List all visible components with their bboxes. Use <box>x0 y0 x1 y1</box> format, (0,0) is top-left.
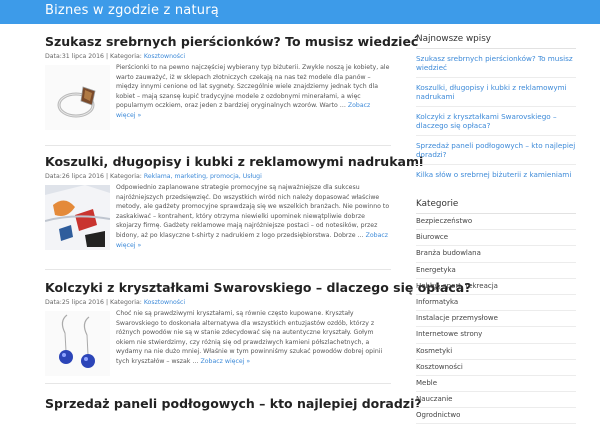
post-title-link[interactable]: Kolczyki z kryształkami Swarovskiego – d… <box>45 280 471 295</box>
category-label: Kategoria: <box>110 299 142 306</box>
post-meta: Data:31 lipca 2016 | Kategoria: Kosztown… <box>45 52 391 61</box>
category-link[interactable]: Internetowe strony <box>416 327 576 344</box>
meta-separator: | <box>105 173 109 180</box>
post-item: Sprzedaż paneli podłogowych – kto najlep… <box>45 396 422 411</box>
category-link[interactable]: Hobby, sport, rekreacja <box>416 279 576 295</box>
post-title-link[interactable]: Koszulki, długopisy i kubki z reklamowym… <box>45 154 423 169</box>
category-label: Kategoria: <box>110 53 142 60</box>
category-link[interactable]: Reklama, marketing, promocja, Usługi <box>144 173 262 180</box>
category-label: Kategoria: <box>110 173 142 180</box>
post-body: Pierścionki to na pewno najczęściej wybi… <box>45 63 391 130</box>
category-link[interactable]: Instalacje przemysłowe <box>416 311 576 328</box>
category-link[interactable]: Kosztowności <box>144 299 185 306</box>
post-thumbnail[interactable] <box>45 311 110 376</box>
post-list: Szukasz srebrnych pierścionków? To musis… <box>45 34 471 411</box>
widget-title: Najnowsze wpisy <box>416 34 491 44</box>
date-label: Data: <box>45 173 62 180</box>
category-link[interactable]: Kosmetyki <box>416 344 576 360</box>
post-body: Choć nie są prawdziwymi kryształami, są … <box>45 309 391 376</box>
category-link[interactable]: Nauczanie <box>416 392 576 409</box>
category-link[interactable]: Biurowce <box>416 230 576 247</box>
site-header: Biznes w zgodzie z naturą <box>0 0 600 24</box>
post-excerpt: Pierścionki to na pewno najczęściej wybi… <box>116 63 391 121</box>
post-date: 31 lipca 2016 <box>61 53 104 60</box>
recent-post-link[interactable]: Kolczyki z kryształkami Swarovskiego – d… <box>416 107 576 136</box>
recent-post-link[interactable]: Sprzedaż paneli podłogowych – kto najlep… <box>416 136 576 165</box>
post-thumbnail[interactable] <box>45 65 110 130</box>
sidebar: Najnowsze wpisy Szukasz srebrnych pierśc… <box>416 34 576 424</box>
date-label: Data: <box>45 299 62 306</box>
date-label: Data: <box>45 53 62 60</box>
recent-post-link[interactable]: Koszulki, długopisy i kubki z reklamowym… <box>416 78 576 107</box>
category-link[interactable]: Kosztowności <box>416 360 576 376</box>
recent-posts-widget: Najnowsze wpisy Szukasz srebrnych pierśc… <box>416 34 576 184</box>
post-excerpt: Choć nie są prawdziwymi kryształami, są … <box>116 309 391 367</box>
category-link[interactable]: Branża budowlana <box>416 246 576 263</box>
printed-tshirt-icon <box>45 185 110 250</box>
post-title-link[interactable]: Szukasz srebrnych pierścionków? To musis… <box>45 34 418 49</box>
post-date: 26 lipca 2016 <box>61 173 104 180</box>
excerpt-text: Odpowiednio zaplanowane strategie promoc… <box>116 184 390 239</box>
blue-earrings-icon <box>59 314 95 368</box>
post-body: Odpowiednio zaplanowane strategie promoc… <box>45 183 391 250</box>
category-link[interactable]: Kosztowności <box>144 53 185 60</box>
post-meta: Data:25 lipca 2016 | Kategoria: Kosztown… <box>45 298 391 307</box>
category-link[interactable]: Meble <box>416 376 576 393</box>
post-excerpt: Odpowiednio zaplanowane strategie promoc… <box>116 183 391 250</box>
read-more-link[interactable]: Zobacz więcej » <box>201 358 251 365</box>
recent-post-link[interactable]: Kilka słów o srebrnej biżuterii z kamien… <box>416 165 576 184</box>
category-link[interactable]: Ogrodnictwo <box>416 408 576 424</box>
post-thumbnail[interactable] <box>45 185 110 250</box>
post-title-link[interactable]: Sprzedaż paneli podłogowych – kto najlep… <box>45 396 422 411</box>
meta-separator: | <box>105 299 109 306</box>
category-link[interactable]: Informatyka <box>416 295 576 312</box>
widget-title: Kategorie <box>416 199 459 209</box>
categories-widget: Kategorie Bezpieczeństwo Biurowce Branża… <box>416 199 576 424</box>
post-item: Koszulki, długopisy i kubki z reklamowym… <box>45 154 423 270</box>
recent-post-link[interactable]: Szukasz srebrnych pierścionków? To musis… <box>416 49 576 78</box>
category-link[interactable]: Bezpieczeństwo <box>416 214 576 231</box>
excerpt-text: Choć nie są prawdziwymi kryształami, są … <box>116 310 383 365</box>
post-date: 25 lipca 2016 <box>61 299 104 306</box>
meta-separator: | <box>105 53 109 60</box>
site-title-link[interactable]: Biznes w zgodzie z naturą <box>45 3 219 18</box>
category-link[interactable]: Energetyka <box>416 263 576 279</box>
silver-ring-icon <box>57 86 96 118</box>
post-item: Szukasz srebrnych pierścionków? To musis… <box>45 34 418 146</box>
post-item: Kolczyki z kryształkami Swarovskiego – d… <box>45 280 471 384</box>
post-meta: Data:26 lipca 2016 | Kategoria: Reklama,… <box>45 172 391 181</box>
